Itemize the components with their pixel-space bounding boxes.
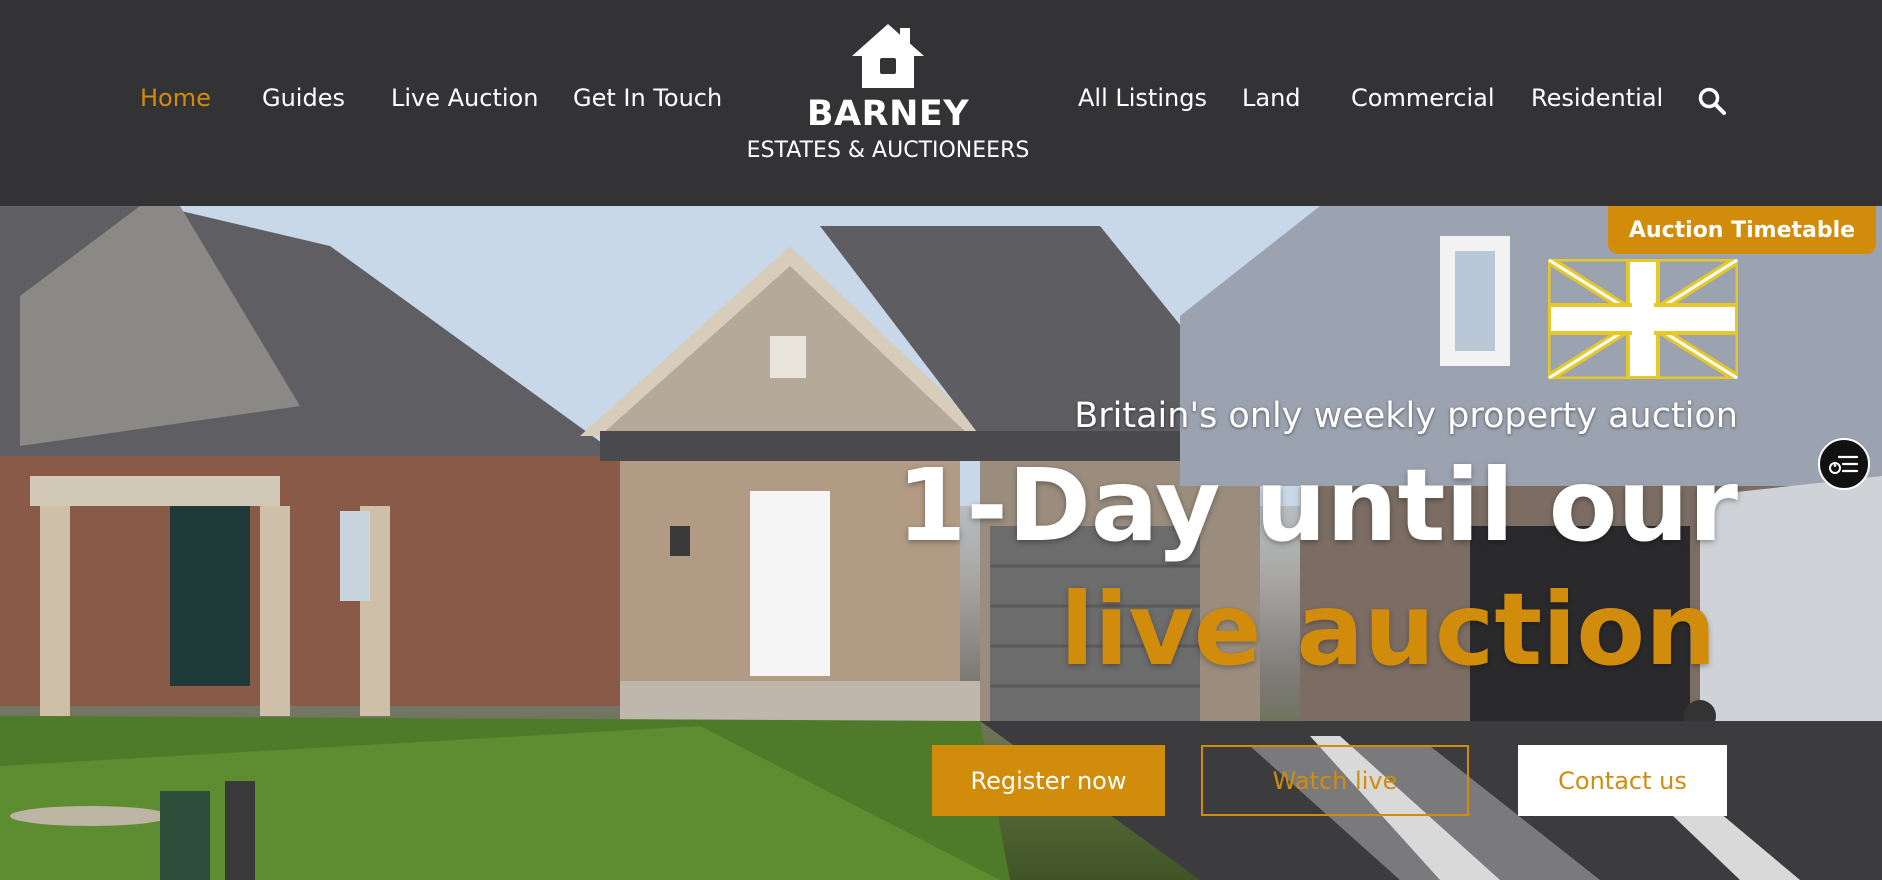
nav-guides[interactable]: Guides bbox=[262, 84, 345, 112]
nav-commercial[interactable]: Commercial bbox=[1351, 84, 1495, 112]
hero-title-line-1: 1-Day until our bbox=[896, 447, 1738, 564]
nav-get-in-touch[interactable]: Get In Touch bbox=[573, 84, 722, 112]
search-icon[interactable] bbox=[1697, 86, 1727, 116]
register-now-button[interactable]: Register now bbox=[932, 745, 1165, 816]
auction-timetable-tab[interactable]: Auction Timetable bbox=[1608, 206, 1876, 254]
site-header: Home Guides Live Auction Get In Touch BA… bbox=[0, 0, 1882, 206]
nav-all-listings[interactable]: All Listings bbox=[1078, 84, 1207, 112]
nav-residential[interactable]: Residential bbox=[1531, 84, 1663, 112]
brand-tagline: ESTATES & AUCTIONEERS bbox=[746, 138, 1030, 163]
accessibility-menu-button[interactable] bbox=[1818, 438, 1870, 490]
watch-live-button[interactable]: Watch live bbox=[1201, 745, 1469, 816]
union-jack-flag-icon bbox=[1548, 259, 1738, 379]
contact-us-button[interactable]: Contact us bbox=[1518, 745, 1727, 816]
nav-land[interactable]: Land bbox=[1242, 84, 1301, 112]
nav-home[interactable]: Home bbox=[140, 84, 211, 112]
accessibility-menu-icon bbox=[1829, 455, 1859, 474]
nav-live-auction[interactable]: Live Auction bbox=[391, 84, 538, 112]
house-icon bbox=[852, 24, 924, 88]
hero-title-line-2: live auction bbox=[1060, 571, 1717, 688]
hero-subtitle: Britain's only weekly property auction bbox=[1074, 396, 1738, 436]
brand-logo[interactable]: BARNEY ESTATES & AUCTIONEERS bbox=[740, 22, 1036, 182]
brand-name: BARNEY bbox=[806, 94, 970, 134]
